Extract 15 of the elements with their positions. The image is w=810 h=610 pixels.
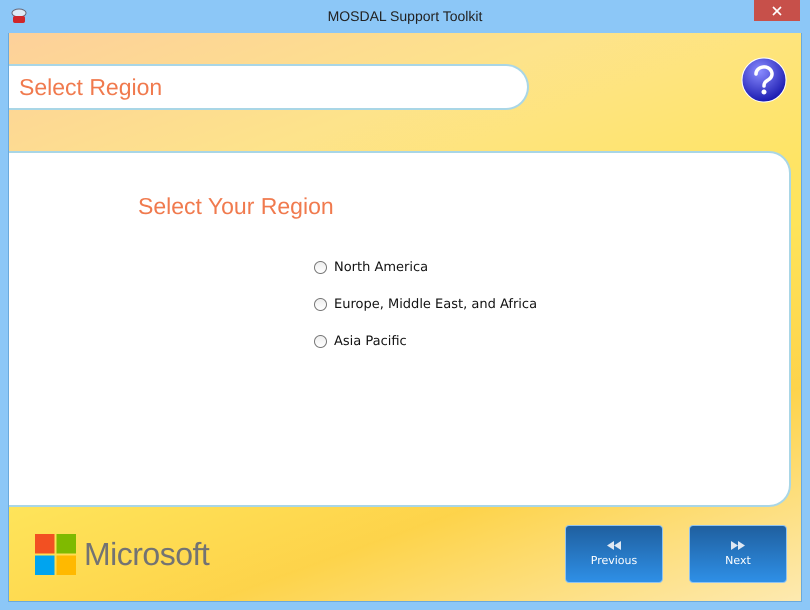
close-icon (772, 6, 782, 16)
page-title: Select Region (9, 64, 529, 110)
close-button[interactable] (754, 0, 800, 21)
region-radio-option[interactable]: Europe, Middle East, and Africa (314, 297, 789, 312)
rewind-icon (607, 541, 621, 550)
previous-button[interactable]: Previous (565, 525, 663, 583)
section-heading: Select Your Region (138, 193, 335, 220)
region-radio-option[interactable]: Asia Pacific (314, 334, 789, 349)
brand-name: Microsoft (84, 536, 210, 572)
help-icon[interactable] (741, 57, 787, 103)
window-title: MOSDAL Support Toolkit (328, 8, 482, 24)
four-squares-logo-icon (35, 534, 76, 574)
region-radio-option[interactable]: North America (314, 260, 789, 275)
next-button[interactable]: Next (689, 525, 787, 583)
fast-forward-icon (731, 541, 745, 550)
